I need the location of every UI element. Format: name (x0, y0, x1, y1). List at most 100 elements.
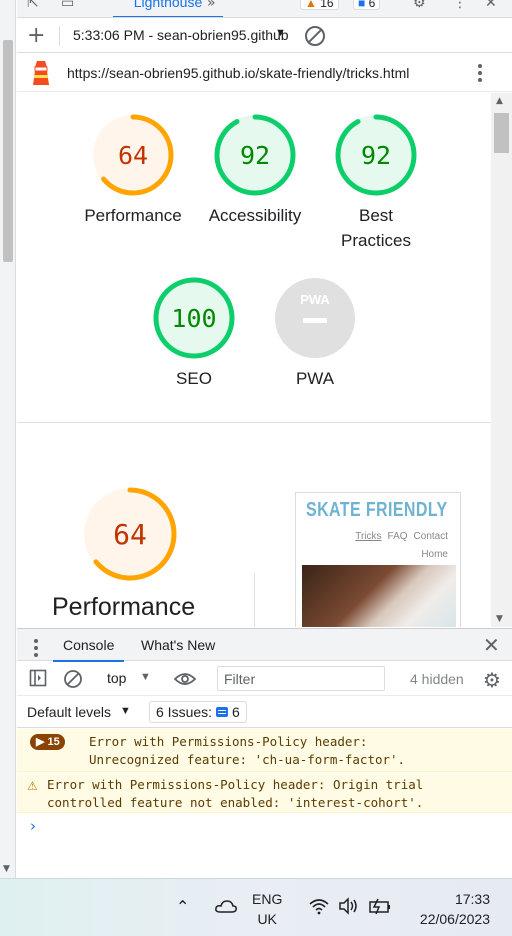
report-selector[interactable]: 5:33:06 PM - sean-obrien95.github.io (73, 27, 288, 43)
volume-icon (339, 897, 357, 915)
tab-console[interactable]: Console (53, 629, 125, 662)
console-toolbar: top ▼ 4 hidden ⚙ (17, 662, 512, 696)
device-toolbar-icon[interactable]: ▭ (61, 0, 74, 11)
thumb-nav-home: Home (421, 549, 448, 560)
lighthouse-report-toolbar: + 5:33:06 PM - sean-obrien95.github.io ▼ (17, 19, 512, 53)
section-vertical-divider (254, 573, 255, 627)
clear-console-icon[interactable] (63, 669, 83, 689)
report-url[interactable]: https://sean-obrien95.github.io/skate-fr… (67, 65, 409, 81)
pwa-na-dash (303, 318, 327, 323)
gauge-ring: PWA (275, 278, 355, 358)
score-gauge-pwa[interactable]: PWA PWA (255, 276, 375, 391)
context-caret-icon[interactable]: ▼ (140, 671, 151, 683)
gauge-ring: 100 (153, 277, 235, 359)
gauge-ring: 92 (214, 114, 296, 196)
inspect-element-icon[interactable]: ⇱ (27, 0, 39, 11)
console-levels-bar: Default levels ▼ 6 Issues: 6 (17, 697, 512, 728)
score-gauge-accessibility[interactable]: 92 Accessibility (195, 113, 315, 228)
hidden-messages-count: 4 hidden (410, 671, 464, 687)
scroll-up-arrow-icon[interactable]: ▲ (496, 96, 503, 106)
score-gauge-best-practices[interactable]: 92 Best Practices (316, 113, 436, 253)
score-gauge-seo[interactable]: 100 SEO (134, 276, 254, 391)
performance-section-title: Performance (52, 593, 196, 621)
performance-section-gauge[interactable]: 64 (70, 486, 190, 582)
gauge-ring: 64 (92, 114, 174, 196)
thumb-nav-tricks: Tricks (355, 531, 382, 542)
drawer-tabbar: Console What's New ✕ (17, 628, 512, 662)
report-scrollbar-thumb[interactable] (494, 113, 509, 153)
gauge-score: 92 (361, 141, 391, 170)
left-scrollbar[interactable]: ▼ (0, 0, 16, 878)
score-gauge-performance[interactable]: 64 Performance (73, 113, 193, 228)
live-expression-eye-icon[interactable] (174, 671, 196, 687)
console-message-text: Error with Permissions-Policy header: Or… (47, 777, 424, 810)
input-language-indicator[interactable]: ENG UK (252, 889, 282, 929)
clock-time: 17:33 (454, 891, 490, 907)
thumb-nav: Tricks FAQ Contact (355, 531, 448, 542)
repeat-count-badge[interactable]: ▶ 15 (30, 734, 65, 750)
performance-section-gauge-ring: 64 (83, 487, 177, 581)
settings-gear-icon[interactable]: ⚙ (413, 0, 426, 11)
left-scrollbar-thumb[interactable] (3, 40, 13, 262)
onedrive-cloud-icon[interactable] (214, 898, 238, 914)
clock[interactable]: 17:33 22/06/2023 (410, 889, 490, 929)
windows-taskbar: ⌃ ENG UK 17:33 22/06/2023 (0, 878, 512, 936)
gauge-ring: 92 (335, 114, 417, 196)
issues-button[interactable]: 6 Issues: 6 (149, 701, 247, 723)
gauge-label: PWA (295, 369, 335, 388)
issue-message-icon (216, 707, 229, 718)
system-tray[interactable] (308, 896, 392, 921)
warning-triangle-icon: ⚠ (27, 779, 38, 793)
lighthouse-logo-icon (33, 61, 49, 85)
report-selector-caret-icon[interactable]: ▼ (275, 27, 286, 39)
console-message-text: Error with Permissions-Policy header: Un… (89, 734, 406, 767)
issues-badge[interactable]: ■ 6 (353, 0, 381, 10)
close-devtools-icon[interactable]: ✕ (485, 0, 497, 11)
keyboard-region: UK (257, 911, 277, 927)
scroll-down-arrow-icon[interactable]: ▼ (496, 614, 503, 624)
gauge-score: 92 (240, 141, 270, 170)
console-filter-input[interactable] (217, 666, 385, 691)
close-drawer-icon[interactable]: ✕ (483, 633, 500, 657)
scroll-down-arrow-icon[interactable]: ▼ (3, 864, 10, 874)
gauge-label: SEO (176, 369, 212, 388)
pwa-badge-text: PWA (300, 292, 330, 307)
section-divider (17, 422, 491, 423)
gauge-label: Performance (84, 206, 182, 225)
console-message-warning[interactable]: ⚠ Error with Permissions-Policy header: … (17, 773, 512, 813)
log-levels-dropdown[interactable]: Default levels (27, 704, 111, 720)
issues-label: 6 Issues: (156, 704, 213, 720)
log-levels-caret-icon[interactable]: ▼ (120, 705, 131, 717)
sidebar-toggle-icon[interactable] (29, 669, 47, 687)
console-message-error-grouped[interactable]: ▶ 15 Error with Permissions-Policy heade… (17, 729, 512, 772)
system-tray-icons (309, 897, 390, 915)
final-screenshot-thumbnail[interactable]: SKATE FRIENDLY Tricks FAQ Contact Home (295, 492, 461, 627)
report-url-bar: https://sean-obrien95.github.io/skate-fr… (17, 54, 512, 92)
warning-icon: ▲ (305, 0, 317, 10)
thumb-photo (302, 565, 456, 627)
warnings-count: 16 (320, 0, 334, 10)
gauge-score: 64 (118, 141, 148, 170)
gauge-label: Best Practices (341, 206, 411, 250)
devtools-tabbar: ⇱ ▭ Lighthouse » ▲ 16 ■ 6 ⚙ ⋮ ✕ (17, 0, 512, 18)
issues-button-count: 6 (232, 704, 240, 720)
console-prompt-chevron-icon[interactable]: › (30, 817, 36, 835)
customize-menu-icon[interactable]: ⋮ (453, 0, 467, 11)
context-selector[interactable]: top (107, 670, 126, 686)
repeat-count: 15 (47, 736, 60, 748)
issue-icon: ■ (358, 0, 366, 10)
show-hidden-icons-chevron-icon[interactable]: ⌃ (176, 897, 189, 916)
report-menu-kebab-icon[interactable] (475, 61, 485, 85)
gauge-label: Accessibility (208, 206, 302, 225)
tab-whats-new[interactable]: What's New (131, 629, 225, 662)
clear-reports-icon[interactable] (305, 26, 325, 46)
report-scrollbar[interactable]: ▲ ▼ (491, 93, 512, 627)
new-report-plus-icon[interactable]: + (27, 23, 45, 48)
warnings-badge[interactable]: ▲ 16 (300, 0, 339, 10)
console-settings-gear-icon[interactable]: ⚙ (483, 668, 501, 692)
drawer-menu-kebab-icon[interactable] (33, 636, 39, 660)
issues-count: 6 (368, 0, 376, 10)
more-tabs-icon[interactable]: » (207, 0, 216, 11)
expand-triangle-icon: ▶ (36, 736, 45, 748)
toolbar-separator (59, 26, 60, 46)
